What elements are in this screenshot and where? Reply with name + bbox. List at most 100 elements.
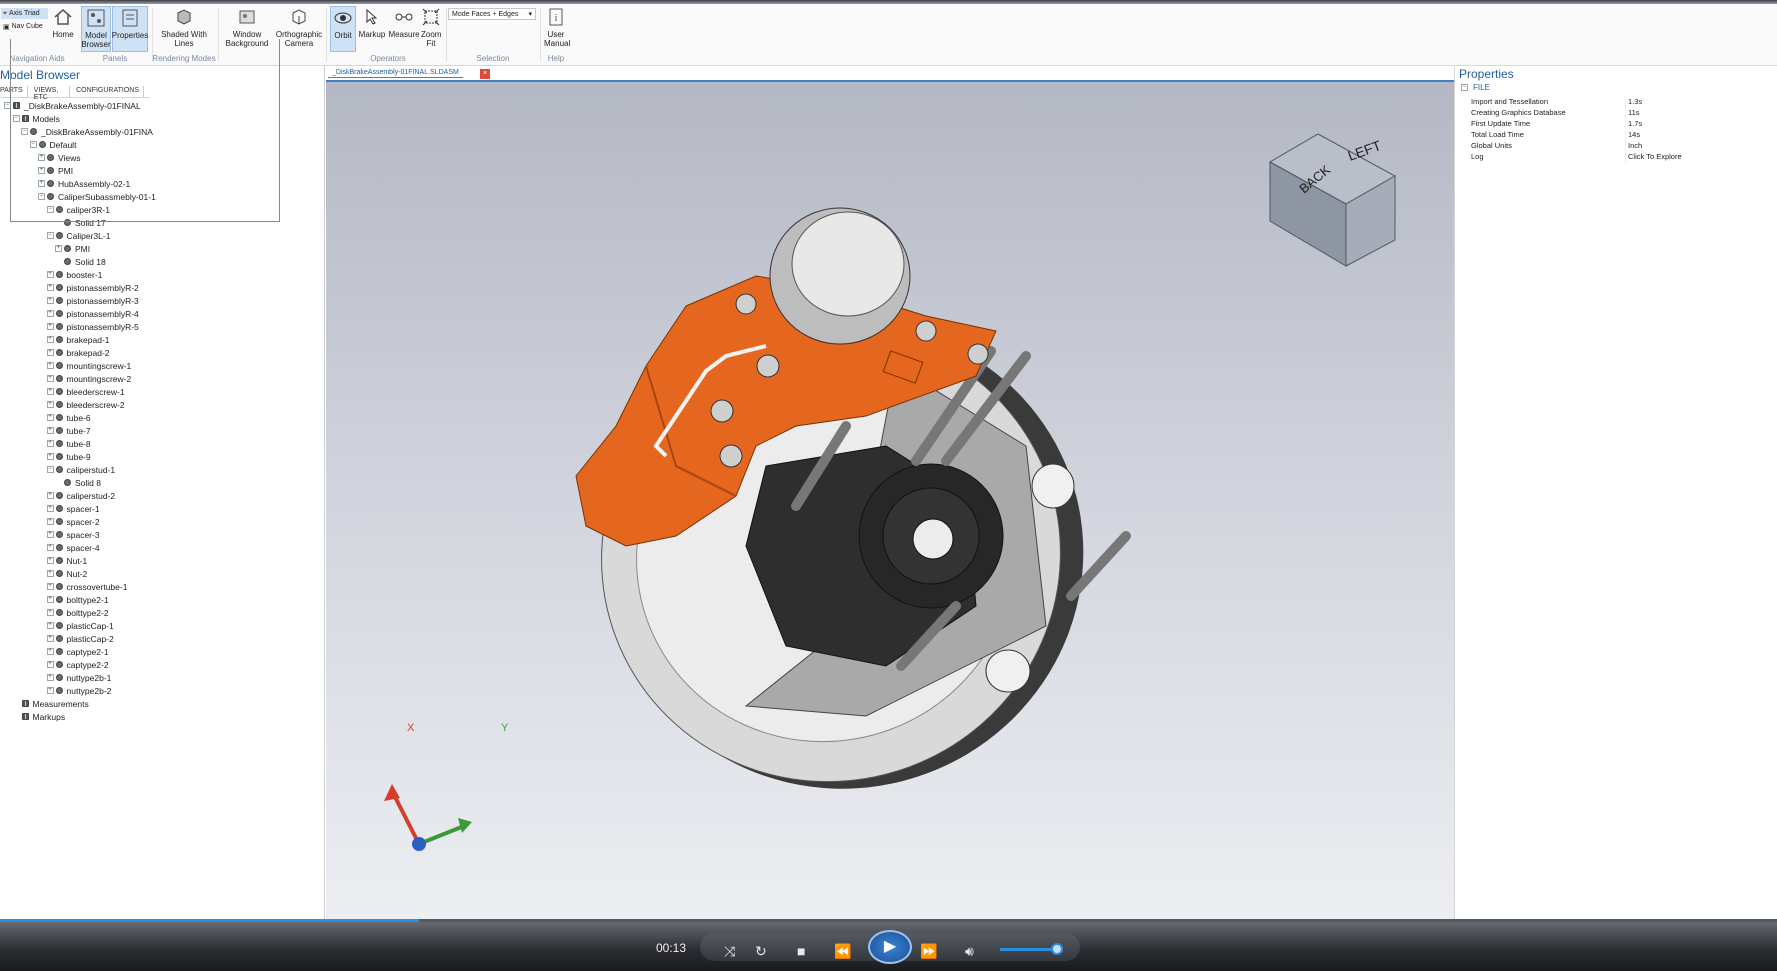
expand-icon[interactable]: + bbox=[46, 323, 54, 330]
expand-icon[interactable]: + bbox=[46, 492, 54, 499]
rewind-icon[interactable]: ⏪ bbox=[834, 943, 851, 960]
stop-icon[interactable]: ■ bbox=[797, 943, 805, 959]
expand-icon[interactable]: + bbox=[46, 297, 54, 304]
tree-node[interactable]: Solid 17 bbox=[55, 216, 106, 229]
expand-icon[interactable]: + bbox=[46, 310, 54, 317]
tree-node[interactable]: + crossovertube-1 bbox=[46, 580, 127, 593]
tree-node[interactable]: + spacer-3 bbox=[46, 528, 100, 541]
expand-icon[interactable]: + bbox=[46, 635, 54, 642]
tree-node[interactable]: + PMI bbox=[38, 164, 73, 177]
measure-button[interactable]: Measure bbox=[388, 6, 420, 39]
property-row[interactable]: Creating Graphics Database 11s bbox=[1471, 108, 1777, 119]
tree-node[interactable]: + pistonassemblyR-3 bbox=[46, 294, 139, 307]
expand-icon[interactable]: + bbox=[46, 687, 54, 694]
collapse-icon[interactable]: − bbox=[46, 206, 54, 213]
expand-icon[interactable]: + bbox=[38, 154, 45, 161]
tree-node[interactable]: − caliperstud-1 bbox=[46, 463, 115, 476]
expand-icon[interactable]: + bbox=[46, 531, 54, 538]
expand-icon[interactable]: + bbox=[46, 336, 54, 343]
expand-icon[interactable]: + bbox=[46, 414, 54, 421]
tree-node[interactable]: + spacer-1 bbox=[46, 502, 100, 515]
tree-node[interactable]: Measurements bbox=[12, 697, 89, 710]
expand-icon[interactable]: + bbox=[38, 167, 45, 174]
property-row[interactable]: Log Click To Explore bbox=[1471, 152, 1777, 163]
selection-mode-dropdown[interactable]: Mode Faces + Edges ▾ bbox=[448, 8, 536, 20]
collapse-icon[interactable]: − bbox=[4, 102, 11, 109]
tree-node[interactable]: + nuttype2b-1 bbox=[46, 671, 111, 684]
tree-node[interactable]: − _DiskBrakeAssembly-01FINAL bbox=[4, 99, 141, 112]
tree-node[interactable]: + HubAssembly-02-1 bbox=[38, 177, 130, 190]
expand-icon[interactable]: + bbox=[46, 570, 54, 577]
expand-icon[interactable]: + bbox=[46, 375, 54, 382]
expand-icon[interactable]: + bbox=[46, 661, 54, 668]
tab-configurations[interactable]: CONFIGURATIONS bbox=[76, 86, 144, 97]
orbit-button[interactable]: Orbit bbox=[330, 6, 356, 52]
tree-node[interactable]: + Nut-2 bbox=[46, 567, 87, 580]
nav-cube-toggle[interactable]: ▣ Nav Cube bbox=[1, 21, 48, 32]
expand-icon[interactable]: + bbox=[46, 284, 54, 291]
collapse-icon[interactable]: − bbox=[1461, 84, 1468, 91]
markup-button[interactable]: Markup bbox=[358, 6, 386, 39]
tree-node[interactable]: + captype2-1 bbox=[46, 645, 109, 658]
property-row[interactable]: Import and Tessellation 1.3s bbox=[1471, 97, 1777, 108]
tree-node[interactable]: + tube-7 bbox=[46, 424, 91, 437]
shaded-with-lines-button[interactable]: Shaded With Lines bbox=[160, 6, 208, 48]
tree-node[interactable]: + bolttype2-1 bbox=[46, 593, 109, 606]
shuffle-icon[interactable]: ⤨ bbox=[724, 943, 735, 960]
fast-forward-icon[interactable]: ⏩ bbox=[920, 943, 937, 960]
collapse-icon[interactable]: − bbox=[29, 141, 37, 148]
tree-node[interactable]: Solid 18 bbox=[55, 255, 106, 268]
tree-node[interactable]: − Default bbox=[29, 138, 76, 151]
tree-node[interactable]: + bolttype2-2 bbox=[46, 606, 109, 619]
tree-node[interactable]: + tube-9 bbox=[46, 450, 91, 463]
tree-node[interactable]: − _DiskBrakeAssembly-01FINA bbox=[21, 125, 153, 138]
expand-icon[interactable]: + bbox=[46, 362, 54, 369]
collapse-icon[interactable]: − bbox=[46, 232, 54, 239]
tree-node[interactable]: + spacer-2 bbox=[46, 515, 100, 528]
zoom-fit-button[interactable]: Zoom Fit bbox=[419, 6, 443, 48]
tree-node[interactable]: + tube-6 bbox=[46, 411, 91, 424]
file-section-header[interactable]: − FILE bbox=[1461, 83, 1490, 92]
tree-node[interactable]: + mountingscrew-2 bbox=[46, 372, 131, 385]
brake-assembly-model[interactable]: BACK LEFT X Y bbox=[326, 66, 1454, 919]
tree-node[interactable]: Solid 8 bbox=[55, 476, 101, 489]
expand-icon[interactable]: + bbox=[46, 622, 54, 629]
collapse-icon[interactable]: − bbox=[46, 466, 54, 473]
collapse-icon[interactable]: − bbox=[38, 193, 45, 200]
expand-icon[interactable]: + bbox=[46, 271, 54, 278]
tree-node[interactable]: + pistonassemblyR-4 bbox=[46, 307, 139, 320]
expand-icon[interactable]: + bbox=[38, 180, 45, 187]
model-browser-button[interactable]: Model Browser bbox=[81, 6, 111, 52]
tree-node[interactable]: + pistonassemblyR-5 bbox=[46, 320, 139, 333]
expand-icon[interactable]: + bbox=[46, 609, 54, 616]
expand-icon[interactable]: + bbox=[46, 596, 54, 603]
expand-icon[interactable]: + bbox=[46, 349, 54, 356]
tree-node[interactable]: + bleederscrew-2 bbox=[46, 398, 125, 411]
tree-node[interactable]: + plasticCap-2 bbox=[46, 632, 114, 645]
3d-viewport[interactable]: _DiskBrakeAssembly-01FINAL.SLDASM × BACK… bbox=[326, 66, 1454, 919]
properties-button[interactable]: Properties bbox=[112, 6, 148, 52]
tree-node[interactable]: − Caliper3L-1 bbox=[46, 229, 110, 242]
tree-node[interactable]: + brakepad-2 bbox=[46, 346, 110, 359]
tree-node[interactable]: + plasticCap-1 bbox=[46, 619, 114, 632]
video-progress-track[interactable] bbox=[0, 919, 1777, 922]
tree-node[interactable]: + Views bbox=[38, 151, 81, 164]
tree-node[interactable]: + brakepad-1 bbox=[46, 333, 110, 346]
tree-node[interactable]: + bleederscrew-1 bbox=[46, 385, 125, 398]
volume-slider-knob[interactable] bbox=[1051, 943, 1063, 955]
tree-node[interactable]: + Nut-1 bbox=[46, 554, 87, 567]
nav-cube[interactable]: BACK LEFT bbox=[1268, 133, 1397, 267]
expand-icon[interactable]: + bbox=[46, 388, 54, 395]
tree-node[interactable]: + tube-8 bbox=[46, 437, 91, 450]
property-row[interactable]: Global Units Inch bbox=[1471, 141, 1777, 152]
expand-icon[interactable]: + bbox=[46, 557, 54, 564]
tree-node[interactable]: + spacer-4 bbox=[46, 541, 100, 554]
expand-icon[interactable]: + bbox=[46, 453, 54, 460]
tree-node[interactable]: + caliperstud-2 bbox=[46, 489, 115, 502]
tree-node[interactable]: + booster-1 bbox=[46, 268, 102, 281]
property-row[interactable]: First Update Time 1.7s bbox=[1471, 119, 1777, 130]
expand-icon[interactable]: + bbox=[46, 427, 54, 434]
expand-icon[interactable]: + bbox=[46, 648, 54, 655]
tree-node[interactable]: − Models bbox=[12, 112, 60, 125]
property-row[interactable]: Total Load Time 14s bbox=[1471, 130, 1777, 141]
